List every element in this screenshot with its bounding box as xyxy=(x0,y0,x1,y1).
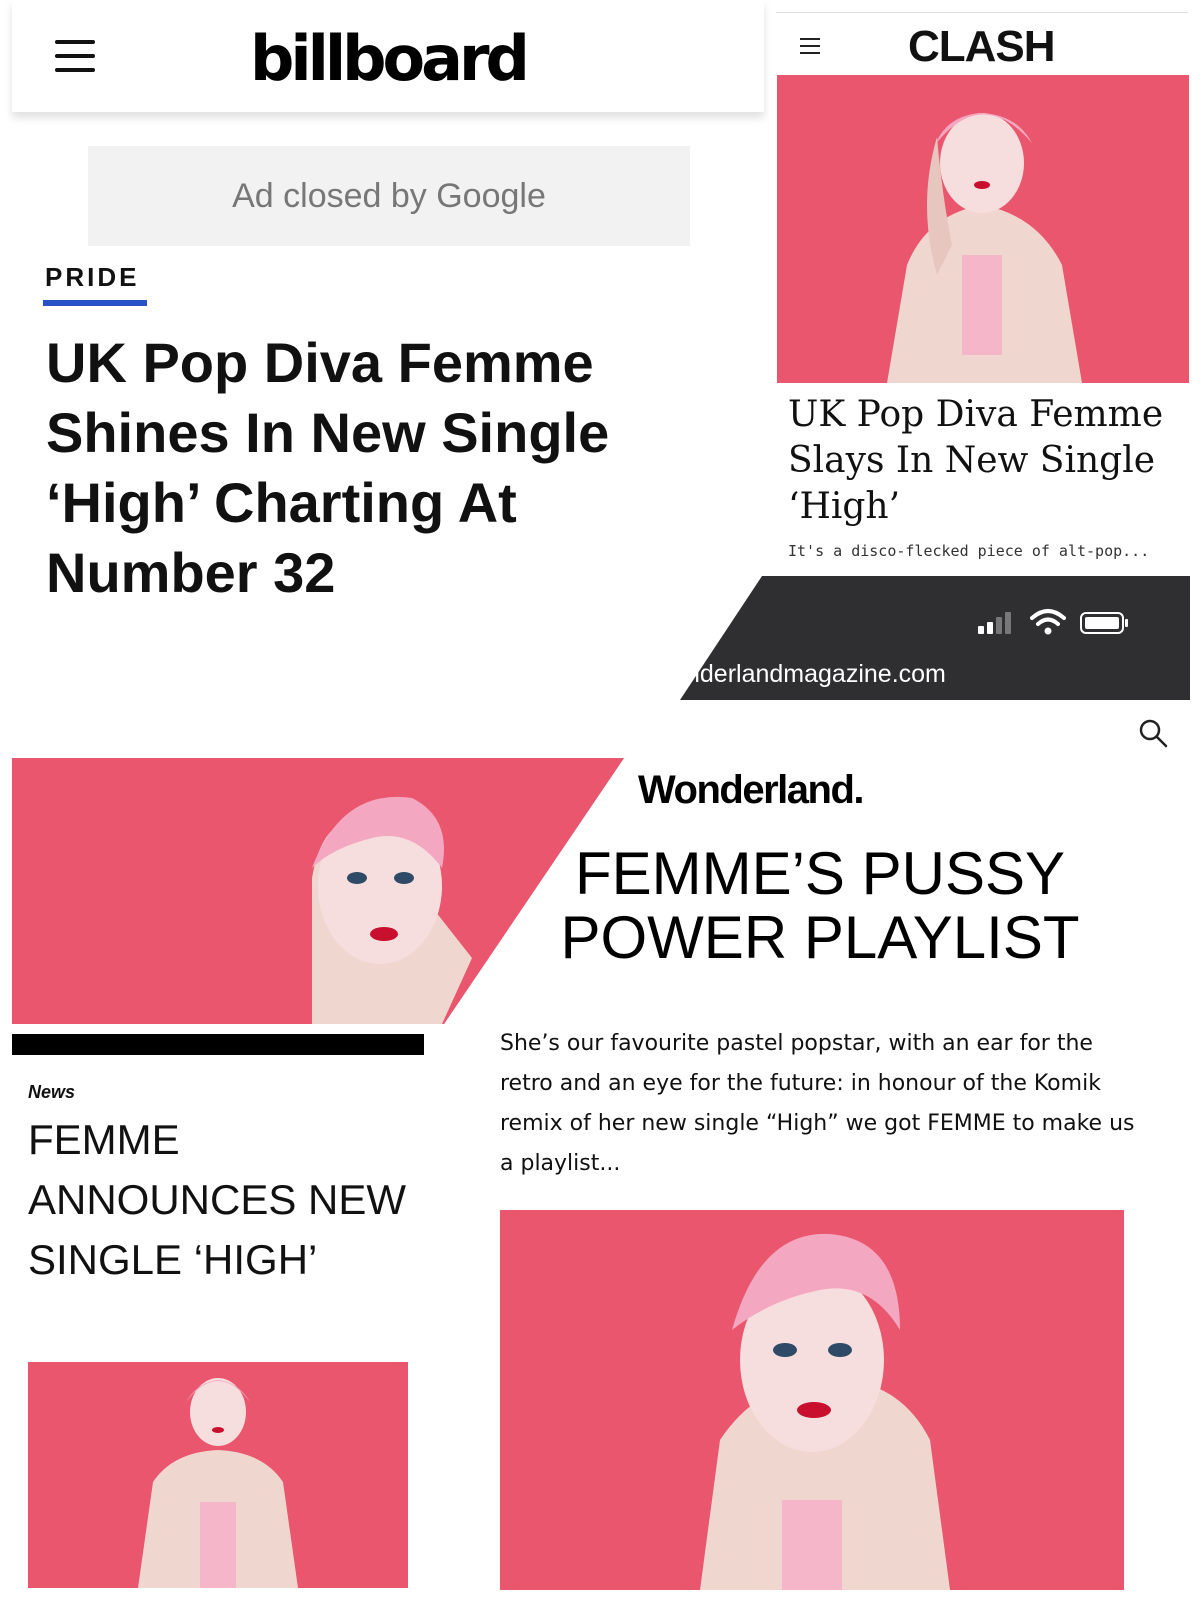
clash-logo[interactable]: CLASH xyxy=(908,22,1056,72)
clash-headline[interactable]: UK Pop Diva Femme Slays In New Single ‘H… xyxy=(788,392,1188,530)
clash-excerpt: It's a disco-flecked piece of alt-pop... xyxy=(788,542,1150,560)
news-hero-photo[interactable] xyxy=(12,758,624,1024)
wonderland-intro: She’s our favourite pastel popstar, with… xyxy=(500,1031,1135,1176)
hamburger-menu-icon[interactable] xyxy=(800,38,820,54)
url-text[interactable]: nderlandmagazine.com xyxy=(686,660,946,689)
news-headline[interactable]: FEMME ANNOUNCES NEW SINGLE ‘HIGH’ xyxy=(28,1110,408,1290)
billboard-headline[interactable]: UK Pop Diva Femme Shines In New Single ‘… xyxy=(46,328,726,608)
kicker-underline xyxy=(43,300,147,306)
billboard-logo[interactable]: billboard xyxy=(250,22,530,95)
news-article-photo[interactable] xyxy=(28,1362,408,1588)
hamburger-menu-icon[interactable] xyxy=(55,40,95,72)
battery-icon xyxy=(1080,612,1130,634)
clash-divider xyxy=(776,12,1188,13)
clash-article-photo[interactable] xyxy=(777,75,1189,383)
category-kicker[interactable]: PRIDE xyxy=(45,262,139,293)
search-icon[interactable] xyxy=(1138,718,1168,748)
section-divider-bar xyxy=(12,1034,424,1055)
wonderland-article-photo[interactable] xyxy=(500,1210,1124,1590)
ad-closed-banner: Ad closed by Google xyxy=(88,146,690,246)
wonderland-logo[interactable]: Wonderland. xyxy=(638,768,864,813)
wonderland-headline[interactable]: FEMME’S PUSSY POWER PLAYLIST xyxy=(540,842,1100,970)
signal-icon xyxy=(978,610,1018,634)
news-tag[interactable]: News xyxy=(28,1082,75,1103)
wifi-icon xyxy=(1030,608,1066,636)
